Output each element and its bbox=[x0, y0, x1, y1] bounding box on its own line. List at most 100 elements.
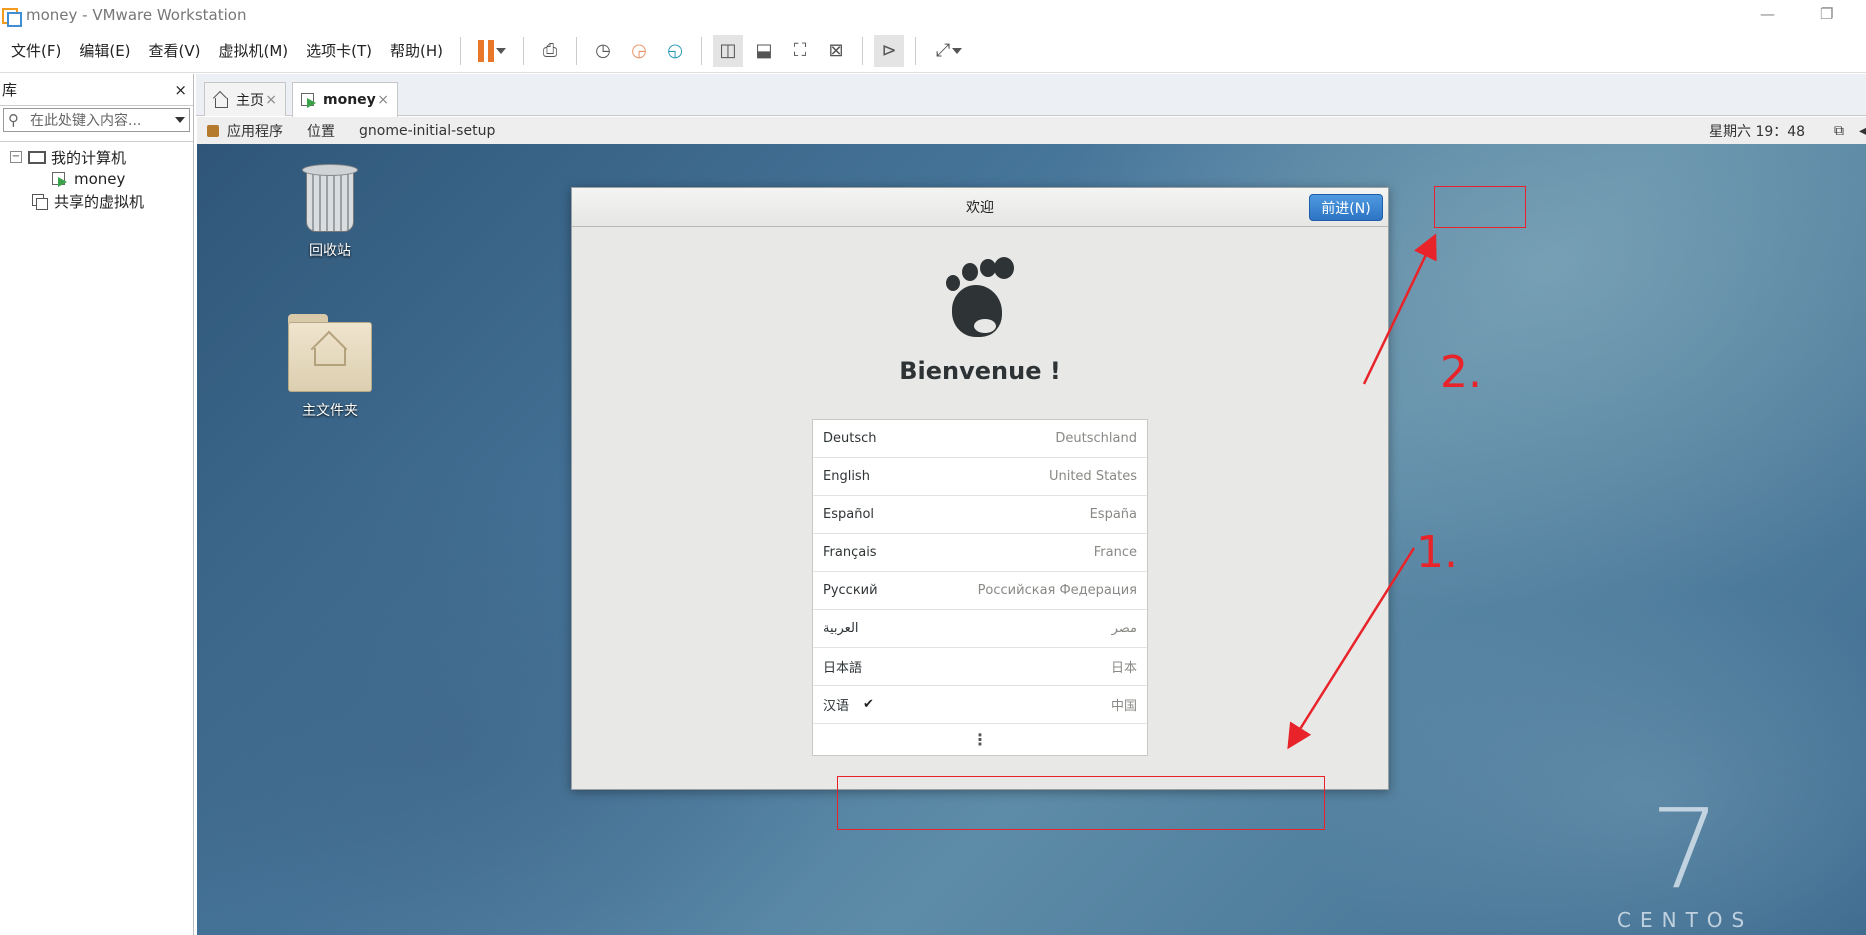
applications-menu[interactable]: 应用程序 bbox=[227, 121, 283, 141]
menu-bar: 文件(F) 编辑(E) 查看(V) 虚拟机(M) 选项卡(T) 帮助(H) ⎙ … bbox=[0, 29, 1866, 73]
centos-brand: 7 CENTOS bbox=[1617, 794, 1753, 932]
library-header: 库 × bbox=[0, 74, 193, 106]
language-region: 中国 bbox=[1110, 699, 1137, 714]
menu-vm[interactable]: 虚拟机(M) bbox=[210, 40, 298, 61]
console-view-icon[interactable]: ⊳ bbox=[874, 34, 905, 67]
snapshot-manager-icon[interactable]: ◵ bbox=[660, 35, 690, 67]
volume-icon[interactable]: ◂ bbox=[1859, 123, 1866, 139]
annotation-step-2: 2. bbox=[1440, 347, 1482, 398]
welcome-dialog: 欢迎 前进(N) Bienvenue ! Deutsch Deutschland E… bbox=[571, 187, 1389, 790]
language-region: United States bbox=[1048, 469, 1137, 484]
chevron-down-icon[interactable] bbox=[952, 47, 963, 54]
language-row[interactable]: العربية مصر bbox=[813, 610, 1147, 648]
toolbar-separator bbox=[460, 36, 462, 65]
language-name: 汉语 bbox=[823, 699, 850, 714]
close-icon[interactable]: × bbox=[174, 81, 187, 99]
send-ctrl-alt-del-button[interactable]: ⎙ bbox=[535, 35, 565, 67]
tree-item-my-computer[interactable]: − 我的计算机 bbox=[0, 146, 193, 168]
trash-icon bbox=[300, 164, 360, 234]
language-name: Deutsch bbox=[823, 431, 877, 446]
library-tree: − 我的计算机 money 共享的虚拟机 bbox=[0, 141, 193, 212]
places-menu[interactable]: 位置 bbox=[307, 121, 335, 141]
language-row[interactable]: Русский Российская Федерация bbox=[813, 572, 1147, 610]
toolbar-separator bbox=[576, 36, 578, 65]
close-icon[interactable]: × bbox=[377, 92, 389, 108]
menu-view[interactable]: 查看(V) bbox=[140, 40, 210, 61]
close-icon[interactable]: × bbox=[265, 92, 277, 108]
collapse-icon[interactable]: − bbox=[10, 151, 22, 163]
full-screen-icon[interactable]: ⛶ bbox=[785, 35, 815, 67]
language-name: العربية bbox=[823, 621, 859, 636]
centos-version: 7 bbox=[1650, 785, 1721, 913]
search-icon: ⚲ bbox=[8, 111, 19, 129]
language-region: Deutschland bbox=[1055, 431, 1137, 446]
language-row[interactable]: Deutsch Deutschland bbox=[813, 420, 1147, 458]
window-title: money - VMware Workstation bbox=[26, 5, 247, 24]
tree-label: money bbox=[74, 170, 126, 188]
toolbar-separator bbox=[701, 36, 703, 65]
computer-icon bbox=[28, 150, 46, 164]
dialog-title: 欢迎 bbox=[966, 200, 994, 216]
vm-running-icon bbox=[301, 92, 317, 108]
language-row[interactable]: 汉语 ✔ 中国 bbox=[813, 686, 1147, 724]
show-library-icon[interactable]: ◫ bbox=[713, 34, 744, 67]
thumbnail-bar-icon[interactable]: ⬓ bbox=[749, 35, 779, 67]
trash-label: 回收站 bbox=[309, 243, 351, 259]
language-list: Deutsch Deutschland English United States Es… bbox=[812, 419, 1148, 756]
restore-icon[interactable]: ❐ bbox=[1820, 5, 1833, 23]
welcome-heading: Bienvenue ! bbox=[899, 357, 1061, 385]
menu-file[interactable]: 文件(F) bbox=[0, 40, 70, 61]
panel-clock[interactable]: 星期六 19：48 bbox=[1709, 121, 1805, 141]
centos-wordmark: CENTOS bbox=[1617, 908, 1754, 932]
menu-help[interactable]: 帮助(H) bbox=[381, 40, 452, 61]
tree-item-vm[interactable]: money bbox=[0, 168, 193, 190]
more-languages-button[interactable]: ⋮ bbox=[813, 724, 1147, 754]
home-folder-label: 主文件夹 bbox=[302, 403, 358, 419]
desktop-trash[interactable]: 回收站 bbox=[270, 164, 390, 260]
language-region: مصر bbox=[1111, 621, 1137, 636]
language-name: Русский bbox=[823, 583, 878, 598]
chevron-down-icon[interactable] bbox=[175, 117, 185, 123]
network-icon[interactable]: ⧉ bbox=[1834, 123, 1844, 139]
language-row[interactable]: Español España bbox=[813, 496, 1147, 534]
tab-label: money bbox=[323, 92, 376, 108]
revert-snapshot-icon[interactable]: ◶ bbox=[624, 35, 654, 67]
language-region: France bbox=[1093, 545, 1137, 560]
gnome-foot-icon bbox=[944, 257, 1016, 339]
tree-item-shared[interactable]: 共享的虚拟机 bbox=[0, 190, 193, 212]
menu-tabs[interactable]: 选项卡(T) bbox=[297, 40, 381, 61]
minimize-icon[interactable]: — bbox=[1760, 5, 1775, 23]
stretch-icon: ⤢ bbox=[935, 40, 951, 61]
snapshot-icon[interactable]: ◷ bbox=[588, 35, 618, 67]
shared-vm-icon bbox=[32, 193, 48, 210]
library-title: 库 bbox=[2, 81, 18, 99]
menu-edit[interactable]: 编辑(E) bbox=[70, 40, 139, 61]
language-row[interactable]: 日本語 日本 bbox=[813, 648, 1147, 686]
unity-icon[interactable]: ⊠ bbox=[821, 35, 851, 67]
language-region: Российская Федерация bbox=[977, 583, 1137, 598]
pause-button[interactable] bbox=[472, 35, 512, 67]
language-name: Español bbox=[823, 507, 875, 522]
checkmark-icon: ✔ bbox=[863, 697, 874, 712]
tab-home[interactable]: 主页 × bbox=[204, 82, 286, 116]
vm-running-icon bbox=[52, 171, 68, 187]
tab-label: 主页 bbox=[236, 92, 264, 109]
annotation-box-language bbox=[837, 776, 1325, 830]
language-row[interactable]: English United States bbox=[813, 458, 1147, 496]
home-folder-icon bbox=[288, 314, 372, 392]
dialog-header: 欢迎 前进(N) bbox=[572, 188, 1388, 227]
chevron-down-icon[interactable] bbox=[496, 47, 507, 54]
desktop-home-folder[interactable]: 主文件夹 bbox=[270, 314, 390, 420]
search-placeholder: 在此处键入内容... bbox=[30, 113, 142, 129]
library-panel: 库 × ⚲ 在此处键入内容... − 我的计算机 money 共享的虚拟机 bbox=[0, 74, 194, 935]
library-search-input[interactable]: ⚲ 在此处键入内容... bbox=[3, 108, 190, 132]
tree-label: 我的计算机 bbox=[51, 148, 127, 167]
annotation-step-1: 1. bbox=[1416, 527, 1458, 578]
active-window-label[interactable]: gnome-initial-setup bbox=[359, 123, 495, 139]
next-button[interactable]: 前进(N) bbox=[1309, 194, 1383, 221]
stretch-view-button[interactable]: ⤢ bbox=[927, 35, 971, 67]
language-name: English bbox=[823, 469, 870, 484]
language-row[interactable]: Français France bbox=[813, 534, 1147, 572]
window-title-bar: money - VMware Workstation — ❐ bbox=[0, 0, 1866, 29]
tab-money[interactable]: money × bbox=[292, 82, 398, 117]
